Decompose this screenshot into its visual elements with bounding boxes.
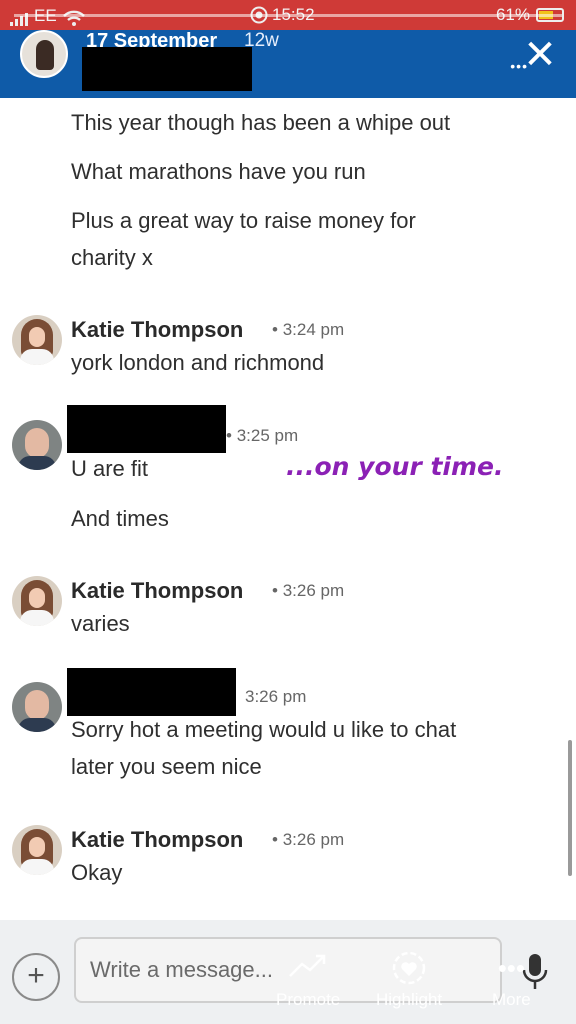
story-progress-bar — [14, 14, 562, 17]
message-line: later you seem nice — [71, 754, 262, 779]
story-header: 17 September 12w ••• ✕ — [0, 30, 576, 98]
sender-name[interactable]: Katie Thompson — [71, 578, 243, 604]
story-author-avatar[interactable] — [20, 30, 68, 78]
more-button[interactable]: ••• More — [492, 950, 531, 1010]
promote-icon — [276, 950, 340, 990]
message-line: york london and richmond — [71, 350, 325, 375]
message-time: • 3:25 pm — [226, 426, 299, 445]
avatar[interactable] — [12, 315, 62, 365]
avatar[interactable] — [12, 420, 62, 470]
message-time: 3:26 pm — [245, 687, 307, 706]
story-sticker-text[interactable]: ...on your time. — [286, 452, 504, 481]
avatar[interactable] — [12, 825, 62, 875]
promote-button[interactable]: Promote — [276, 950, 340, 1010]
message-line: Okay — [71, 860, 123, 885]
highlight-icon — [376, 950, 442, 990]
scrollbar[interactable] — [568, 740, 572, 876]
message-line: Plus a great way to raise money for — [71, 208, 416, 233]
highlight-label: Highlight — [376, 990, 443, 1009]
message-line: Sorry hot a meeting would u like to chat — [71, 717, 457, 742]
message-line: And times — [71, 506, 169, 531]
message-time: • 3:26 pm — [272, 830, 345, 849]
message-line: U are fit — [71, 456, 149, 481]
avatar[interactable] — [12, 576, 62, 626]
more-icon: ••• — [497, 953, 526, 983]
more-label: More — [492, 990, 531, 1009]
promote-label: Promote — [276, 990, 341, 1009]
message-time: • 3:26 pm — [272, 581, 345, 600]
redacted-sender — [67, 405, 226, 453]
message-line: This year though has been a whipe out — [71, 110, 451, 135]
status-bar: EE 15:52 61% — [0, 0, 576, 30]
message-composer: + Promote Highlight ••• More — [0, 920, 576, 1024]
sender-name[interactable]: Katie Thompson — [71, 827, 243, 853]
message-time: • 3:24 pm — [272, 320, 345, 339]
wifi-icon — [62, 10, 85, 26]
redacted-sender — [67, 668, 236, 716]
avatar[interactable] — [12, 682, 62, 732]
close-icon[interactable]: ✕ — [522, 35, 558, 75]
plus-icon[interactable]: + — [12, 953, 60, 1001]
message-line: charity x — [71, 245, 153, 270]
highlight-button[interactable]: Highlight — [376, 950, 442, 1010]
message-line: What marathons have you run — [71, 159, 366, 184]
sender-name[interactable]: Katie Thompson — [71, 317, 243, 343]
message-line: varies — [71, 611, 130, 636]
redacted-name — [82, 47, 252, 91]
